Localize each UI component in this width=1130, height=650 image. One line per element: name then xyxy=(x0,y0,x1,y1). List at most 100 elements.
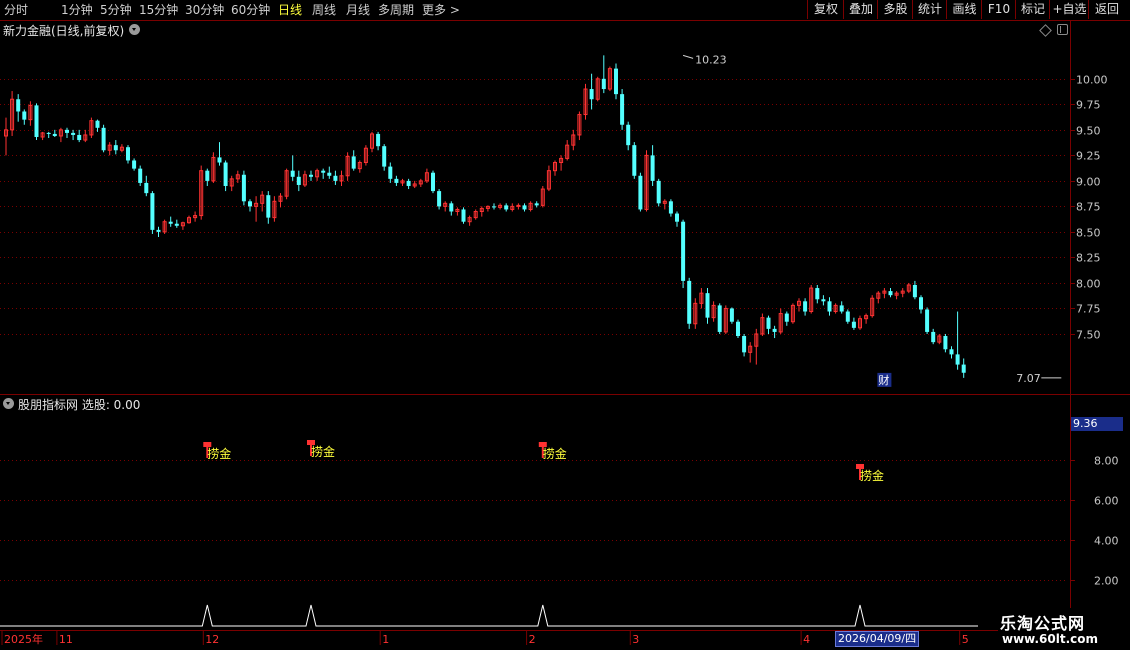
candle-body-down xyxy=(821,299,826,302)
candle-body-down xyxy=(949,349,954,355)
candle-body-down xyxy=(333,175,338,181)
candle-body-down xyxy=(461,209,466,222)
price-tick-label: 7.50 xyxy=(1076,329,1101,342)
candle-body-down xyxy=(925,309,930,332)
high-label: 10.23 xyxy=(695,53,727,66)
price-tick-label: 7.75 xyxy=(1076,303,1101,316)
candle-body-down xyxy=(772,328,777,332)
signal-label: 捞金 xyxy=(543,446,567,461)
candle-body-down xyxy=(589,89,594,100)
time-axis-label: 2025年 xyxy=(4,632,43,646)
candle-body-down xyxy=(248,201,252,207)
price-tick-label: 10.00 xyxy=(1076,74,1108,87)
candle-body-down xyxy=(138,168,143,183)
candle-body-down xyxy=(431,172,435,192)
candle-body-down xyxy=(626,124,631,146)
candle-body-down xyxy=(241,174,246,202)
selected-date: 2026/04/09/四 xyxy=(835,631,920,647)
candle-body-down xyxy=(729,308,734,322)
candle-body-down xyxy=(71,132,76,135)
candle-body-down xyxy=(144,182,149,194)
candle-body-down xyxy=(296,176,301,185)
candle-body-down xyxy=(534,203,539,206)
indicator-value-highlight: 9.36 xyxy=(1071,417,1123,431)
candle-body-down xyxy=(150,193,155,230)
candle-body-down xyxy=(309,174,313,177)
signal-spike-line xyxy=(0,604,978,627)
brand-url: www.60lt.com xyxy=(1002,632,1099,646)
candle-body-down xyxy=(406,180,411,186)
candle-body-down xyxy=(95,120,100,128)
candle-body-down xyxy=(65,129,69,133)
candle-body-down xyxy=(638,175,643,210)
signal-label: 捞金 xyxy=(311,444,335,459)
candle-body-down xyxy=(656,180,661,204)
candle-body-down xyxy=(34,105,39,137)
candle-body-down xyxy=(156,229,161,232)
time-axis-label: 12 xyxy=(205,633,219,646)
stock-chart[interactable]: 10.237.07财 捞金 捞金 捞金捞金 7.507.758.008.258.50… xyxy=(0,0,1130,650)
price-tick-label: 9.00 xyxy=(1076,176,1101,189)
candle-body-down xyxy=(717,305,722,332)
candle-body-down xyxy=(601,78,606,90)
candle-body-down xyxy=(815,288,820,300)
time-axis-label: 4 xyxy=(803,633,810,646)
candle-body-down xyxy=(132,160,137,169)
candle-body-down xyxy=(101,127,106,151)
candle-body-down xyxy=(614,68,618,95)
candle-body-down xyxy=(632,145,637,176)
candle-body-down xyxy=(736,321,740,337)
candle-body-down xyxy=(687,280,692,324)
candle-body-down xyxy=(845,311,850,322)
candle-body-down xyxy=(437,191,442,207)
candle-body-down xyxy=(290,170,295,177)
time-axis-label: 11 xyxy=(59,633,73,646)
low-label: 7.07 xyxy=(1016,372,1041,385)
candle-body-down xyxy=(888,291,893,296)
brand-name: 乐淘公式网 xyxy=(1000,614,1086,633)
candle-body-down xyxy=(650,155,655,181)
candle-body-down xyxy=(22,111,27,120)
candle-body-down xyxy=(46,132,51,134)
candle-body-down xyxy=(388,166,393,179)
candle-body-down xyxy=(394,178,399,183)
candle-body-down xyxy=(912,284,917,298)
candle-body-down xyxy=(766,317,771,329)
time-axis-label: 1 xyxy=(382,633,389,646)
candle-body-down xyxy=(52,133,57,136)
candle-body-down xyxy=(784,313,789,322)
signal-label: 捞金 xyxy=(207,446,231,461)
price-tick-label: 8.25 xyxy=(1076,252,1101,265)
price-tick-label: 9.25 xyxy=(1076,150,1101,163)
candle-body-down xyxy=(16,99,21,112)
candle-body-down xyxy=(376,133,381,147)
candle-body-down xyxy=(205,170,210,181)
candle-body-down xyxy=(223,162,228,186)
candle-body-down xyxy=(174,223,179,226)
candle-body-down xyxy=(681,221,686,281)
candle-body-down xyxy=(327,172,332,176)
candle-body-down xyxy=(668,201,673,214)
candle-body-down xyxy=(851,321,856,328)
candle-body-down xyxy=(449,203,454,212)
candle-body-down xyxy=(803,301,808,312)
candle-body-down xyxy=(675,213,679,222)
candle-body-down xyxy=(620,94,625,125)
high-marker-arrow xyxy=(682,54,694,59)
indicator-tick-label: 6.00 xyxy=(1094,495,1119,508)
candle-body-down xyxy=(321,170,326,173)
candle-body-down xyxy=(522,205,527,210)
candle-body-down xyxy=(955,354,960,365)
candle-body-down xyxy=(266,195,271,218)
candle-body-down xyxy=(113,145,118,151)
candle-body-down xyxy=(961,364,966,373)
time-axis-label: 5 xyxy=(962,633,969,646)
time-axis-label: 2 xyxy=(529,633,536,646)
price-tick-label: 8.50 xyxy=(1076,227,1101,240)
signal-label: 捞金 xyxy=(860,468,884,483)
candle-body-down xyxy=(504,205,509,210)
candle-body-down xyxy=(919,297,923,310)
candle-body-down xyxy=(77,134,82,141)
candle-body-down xyxy=(931,331,936,343)
candle-body-down xyxy=(217,157,222,163)
